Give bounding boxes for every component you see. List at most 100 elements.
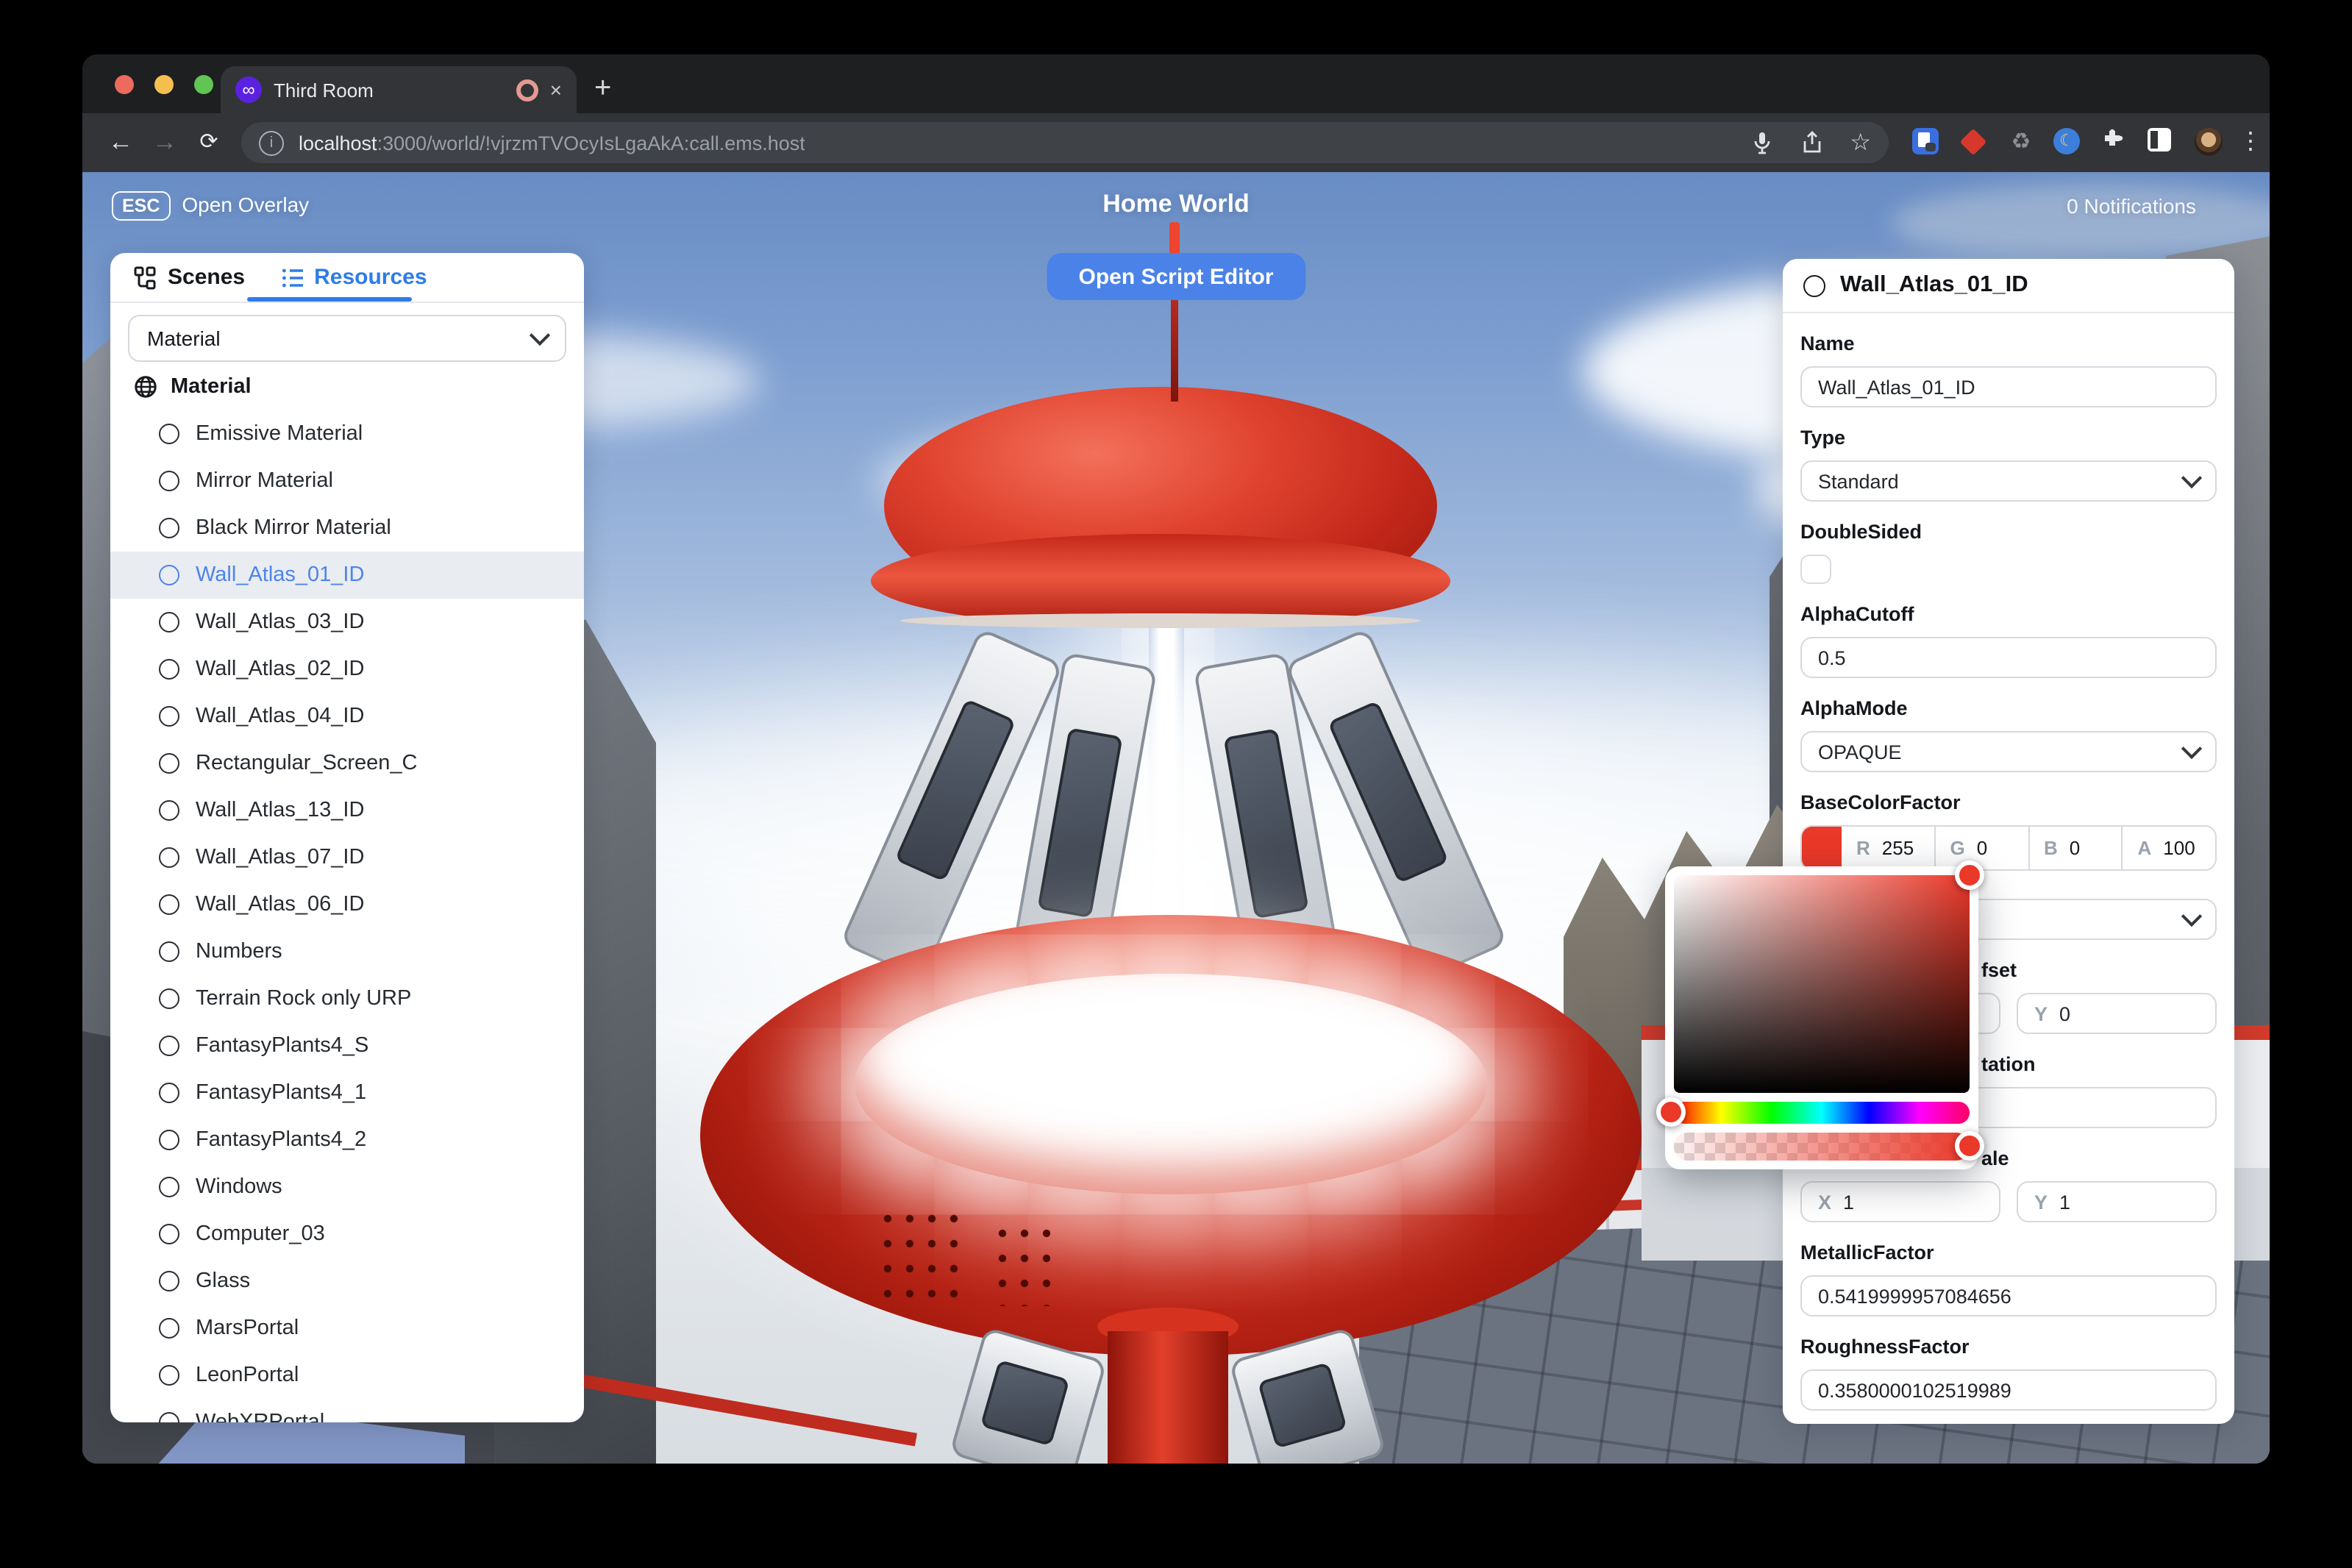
panel-tabs: Scenes Resources — [110, 253, 584, 303]
name-input[interactable] — [1800, 366, 2217, 407]
tab-title: Third Room — [274, 79, 516, 101]
site-info-icon[interactable]: i — [259, 130, 284, 155]
offset-y-input[interactable]: Y0 — [2017, 993, 2217, 1034]
double-sided-checkbox[interactable] — [1800, 555, 1831, 584]
tab-scenes[interactable]: Scenes — [134, 265, 245, 290]
alpha-cutoff-label: AlphaCutoff — [1800, 603, 2217, 625]
material-circle-icon — [159, 518, 179, 538]
list-item[interactable]: Computer_03 — [110, 1211, 584, 1258]
extension-red-diamond-icon[interactable] — [1959, 128, 1989, 157]
tab-resources[interactable]: Resources — [280, 265, 427, 290]
type-select[interactable]: Standard — [1800, 460, 2217, 502]
side-panel-icon[interactable] — [2148, 128, 2177, 157]
scale-y-input[interactable]: Y1 — [2017, 1181, 2217, 1222]
notifications-status[interactable]: 0 Notifications — [2067, 194, 2196, 218]
bookmark-star-icon[interactable]: ☆ — [1850, 128, 1871, 157]
open-overlay-hint[interactable]: ESCOpen Overlay — [112, 191, 309, 221]
material-circle-icon — [159, 1177, 179, 1197]
list-item[interactable]: Black Mirror Material — [110, 505, 584, 552]
extension-dark-moon-icon[interactable]: ☾ — [2053, 128, 2083, 157]
list-item[interactable]: Glass — [110, 1258, 584, 1305]
reload-icon[interactable]: ⟳ — [191, 125, 227, 160]
share-icon[interactable] — [1800, 131, 1823, 154]
chevron-down-icon — [2181, 738, 2202, 759]
alpha-handle[interactable] — [1955, 1131, 1984, 1161]
forward-icon[interactable]: → — [147, 125, 182, 160]
list-item[interactable]: Wall_Atlas_07_ID — [110, 834, 584, 881]
list-item[interactable]: FantasyPlants4_2 — [110, 1116, 584, 1163]
browser-menu-icon[interactable]: ⋮ — [2239, 125, 2262, 160]
esc-key-badge: ESC — [112, 191, 170, 221]
list-item[interactable]: Rectangular_Screen_C — [110, 740, 584, 787]
minimize-window-button[interactable] — [154, 75, 174, 94]
tab-close-icon[interactable]: × — [550, 79, 562, 100]
list-item-label: FantasyPlants4_2 — [196, 1128, 366, 1152]
list-item[interactable]: Wall_Atlas_03_ID — [110, 599, 584, 646]
tree-root-material[interactable]: Material — [110, 368, 584, 406]
color-picker-popover — [1665, 866, 1978, 1169]
material-circle-icon — [159, 941, 179, 962]
alpha-cutoff-input[interactable] — [1800, 637, 2217, 678]
material-circle-icon — [1803, 274, 1825, 296]
mic-icon[interactable] — [1750, 131, 1773, 154]
list-item-label: FantasyPlants4_S — [196, 1034, 368, 1058]
browser-toolbar: ← → ⟳ i localhost:3000/world/!vjrzmTVOcy… — [82, 113, 2270, 172]
list-item[interactable]: WebXRPortal — [110, 1399, 584, 1422]
hue-handle[interactable] — [1656, 1097, 1686, 1127]
field-type: Type Standard — [1800, 427, 2217, 502]
back-icon[interactable]: ← — [103, 125, 138, 160]
list-item[interactable]: Wall_Atlas_06_ID — [110, 881, 584, 928]
list-item-selected[interactable]: Wall_Atlas_01_ID — [110, 552, 584, 599]
maximize-window-button[interactable] — [194, 75, 213, 94]
color-b-cell[interactable]: B0 — [2028, 827, 2122, 869]
alpha-slider[interactable] — [1674, 1133, 1970, 1161]
color-r-cell[interactable]: R255 — [1842, 827, 1934, 869]
resource-type-select[interactable]: Material — [128, 315, 566, 362]
material-circle-icon — [159, 753, 179, 774]
list-item-label: Terrain Rock only URP — [196, 987, 411, 1011]
new-tab-button[interactable]: + — [594, 69, 611, 107]
address-bar[interactable]: i localhost:3000/world/!vjrzmTVOcyIsLgaA… — [241, 122, 1889, 163]
list-item[interactable]: Wall_Atlas_02_ID — [110, 646, 584, 693]
close-window-button[interactable] — [115, 75, 134, 94]
browser-tab[interactable]: ∞ Third Room × — [221, 66, 577, 113]
b-label: B — [2044, 837, 2058, 859]
extension-recycle-icon[interactable]: ♻ — [2006, 128, 2036, 157]
list-item[interactable]: Numbers — [110, 928, 584, 975]
alpha-mode-select[interactable]: OPAQUE — [1800, 731, 2217, 772]
saturation-value-area[interactable] — [1674, 875, 1970, 1093]
tab-resources-label: Resources — [314, 265, 427, 290]
list-item[interactable]: Wall_Atlas_13_ID — [110, 787, 584, 834]
material-circle-icon — [159, 1224, 179, 1244]
list-item[interactable]: Windows — [110, 1163, 584, 1211]
list-item[interactable]: MarsPortal — [110, 1305, 584, 1352]
hue-slider[interactable] — [1674, 1102, 1970, 1124]
list-item[interactable]: Terrain Rock only URP — [110, 975, 584, 1022]
color-swatch[interactable] — [1802, 827, 1842, 869]
extensions-puzzle-icon[interactable] — [2100, 128, 2130, 157]
scale-x-input[interactable]: X1 — [1800, 1181, 2000, 1222]
list-item-label: WebXRPortal — [196, 1411, 324, 1422]
list-item[interactable]: Mirror Material — [110, 457, 584, 505]
list-item[interactable]: Emissive Material — [110, 410, 584, 457]
type-value: Standard — [1818, 470, 1899, 492]
open-script-editor-button[interactable]: Open Script Editor — [1046, 253, 1305, 300]
list-item[interactable]: LeonPortal — [110, 1352, 584, 1399]
list-item[interactable]: FantasyPlants4_S — [110, 1022, 584, 1069]
saturation-handle[interactable] — [1955, 860, 1984, 890]
roughness-input[interactable] — [1800, 1369, 2217, 1411]
chevron-down-icon — [2181, 906, 2202, 927]
list-item[interactable]: Wall_Atlas_04_ID — [110, 693, 584, 740]
color-a-cell[interactable]: A100 — [2122, 827, 2216, 869]
inspector-header: Wall_Atlas_01_ID — [1783, 259, 2234, 313]
list-item[interactable]: FantasyPlants4_1 — [110, 1069, 584, 1116]
color-g-cell[interactable]: G0 — [1934, 827, 2028, 869]
base-color-rgba-control[interactable]: R255 G0 B0 A100 — [1800, 825, 2217, 871]
material-circle-icon — [159, 1036, 179, 1056]
metallic-input[interactable] — [1800, 1275, 2217, 1316]
browser-window: ∞ Third Room × + ← → ⟳ i localhost:3000/… — [82, 54, 2270, 1464]
profile-avatar[interactable] — [2195, 128, 2224, 157]
a-label: A — [2138, 837, 2152, 859]
chevron-down-icon — [2181, 468, 2202, 488]
extension-docs-lock-icon[interactable] — [1912, 128, 1942, 157]
